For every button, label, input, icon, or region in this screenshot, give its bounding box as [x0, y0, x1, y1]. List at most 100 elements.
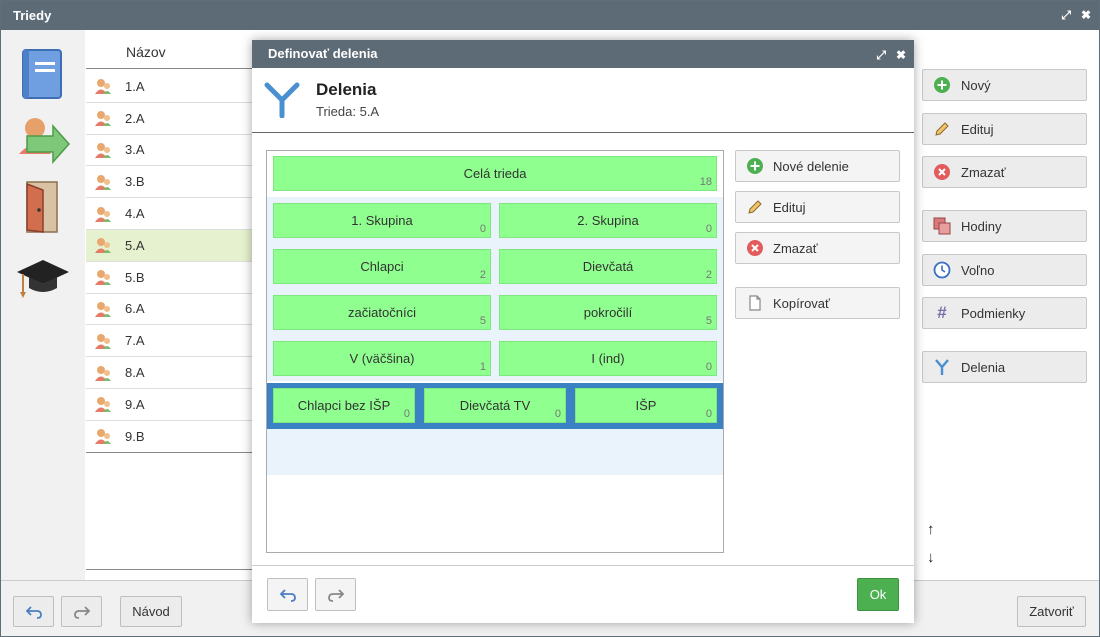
class-name: 5.A [125, 237, 145, 253]
division-cell[interactable]: 1. Skupina 0 [273, 203, 491, 238]
class-row[interactable]: 4.A [86, 198, 256, 230]
redo-button[interactable] [315, 578, 356, 611]
class-row[interactable]: 9.B [86, 421, 256, 453]
edit-division-label: Edituj [773, 199, 806, 215]
class-row[interactable]: 1.A [86, 71, 256, 103]
division-label: Chlapci [360, 259, 404, 274]
copy-division-label: Kopírovať [773, 295, 830, 311]
class-people-icon [95, 333, 111, 349]
class-people-icon [95, 79, 111, 95]
class-people-icon [95, 174, 111, 190]
class-people-icon [95, 238, 111, 254]
class-people-icon [95, 111, 111, 127]
hours-button-label: Hodiny [961, 218, 1002, 234]
close-icon[interactable]: ✖ [1081, 1, 1091, 30]
cards-icon [933, 217, 951, 235]
class-row[interactable]: 5.A [86, 229, 256, 262]
maximize-icon[interactable]: ⤢ [1061, 1, 1071, 30]
delete-division-button[interactable]: Zmazať [735, 232, 900, 264]
close-icon[interactable]: ✖ [896, 41, 906, 69]
class-row[interactable]: 9.A [86, 389, 256, 421]
divisions-grid: Celá trieda 18 1. Skupina 0 2. Skupina 0… [266, 150, 724, 553]
new-division-label: Nové delenie [773, 158, 849, 174]
plus-icon [746, 157, 764, 175]
door-icon[interactable] [15, 180, 67, 234]
division-whole-class[interactable]: Celá trieda 18 [273, 156, 717, 191]
conditions-button[interactable]: # Podmienky [922, 297, 1087, 329]
ok-button[interactable]: Ok [857, 578, 899, 611]
new-button-label: Nový [961, 77, 991, 93]
list-divider [86, 452, 256, 453]
move-down-icon[interactable]: ↓ [927, 549, 935, 566]
division-cell[interactable]: Chlapci bez IŠP 0 [273, 388, 415, 423]
dialog-footer: Ok [252, 565, 914, 623]
division-cell[interactable]: začiatočníci 5 [273, 295, 491, 330]
class-row[interactable]: 7.A [86, 325, 256, 358]
class-name: 7.A [125, 333, 145, 349]
delete-button[interactable]: Zmazať [922, 156, 1087, 188]
copy-division-button[interactable]: Kopírovať [735, 287, 900, 319]
class-row[interactable]: 5.B [86, 262, 256, 294]
free-time-button[interactable]: Voľno [922, 254, 1087, 286]
hours-button[interactable]: Hodiny [922, 210, 1087, 242]
division-cell[interactable]: Dievčatá TV 0 [424, 388, 566, 423]
maximize-icon[interactable]: ⤢ [876, 41, 886, 69]
divisions-button[interactable]: Delenia [922, 351, 1087, 383]
close-button[interactable]: Zatvoriť [1017, 596, 1086, 627]
edit-button[interactable]: Edituj [922, 113, 1087, 145]
division-count: 5 [479, 315, 486, 327]
division-count: 5 [705, 315, 712, 327]
graduation-cap-icon[interactable] [15, 256, 71, 302]
division-cell[interactable]: Dievčatá 2 [499, 249, 717, 284]
class-row[interactable]: 3.B [86, 166, 256, 199]
undo-button[interactable] [13, 596, 54, 627]
division-cell[interactable]: 2. Skupina 0 [499, 203, 717, 238]
help-button[interactable]: Návod [120, 596, 182, 627]
division-label: Celá trieda [463, 166, 527, 181]
delete-button-label: Zmazať [961, 164, 1006, 180]
class-people-icon [95, 142, 111, 158]
class-name: 9.B [125, 428, 145, 444]
class-name: 3.A [125, 142, 145, 158]
division-cell[interactable]: pokročilí 5 [499, 295, 717, 330]
class-row[interactable]: 6.A [86, 294, 256, 326]
dialog-heading: Delenia [316, 80, 377, 99]
edit-button-label: Edituj [961, 121, 994, 137]
students-transfer-icon[interactable] [15, 114, 71, 166]
divisions-dialog: Definovať delenia ⤢ ✖ Delenia Trieda: 5.… [252, 40, 914, 623]
division-cell[interactable]: Chlapci 2 [273, 249, 491, 284]
division-cell[interactable]: IŠP 0 [575, 388, 717, 423]
class-name: 4.A [125, 206, 145, 222]
class-name: 9.A [125, 396, 145, 412]
new-button[interactable]: Nový [922, 69, 1087, 101]
undo-button[interactable] [267, 578, 308, 611]
division-cell[interactable]: I (ind) 0 [499, 341, 717, 376]
division-count: 1 [479, 361, 486, 373]
dialog-title: Definovať delenia [268, 46, 378, 61]
list-header-name[interactable]: Názov [86, 31, 256, 69]
division-count: 0 [554, 408, 561, 420]
class-name: 8.A [125, 365, 145, 381]
undo-icon [279, 588, 296, 602]
redo-icon [327, 588, 344, 602]
move-up-icon[interactable]: ↑ [927, 521, 935, 538]
class-row[interactable]: 3.A [86, 135, 256, 167]
division-label: začiatočníci [348, 305, 416, 320]
division-cell[interactable]: V (väčšina) 1 [273, 341, 491, 376]
division-label: Dievčatá TV [459, 398, 531, 413]
division-label: Chlapci bez IŠP [297, 398, 391, 413]
edit-division-button[interactable]: Edituj [735, 191, 900, 223]
delete-icon [933, 163, 951, 181]
class-row[interactable]: 2.A [86, 103, 256, 135]
delete-icon [746, 239, 764, 257]
class-row[interactable]: 8.A [86, 357, 256, 389]
window-title-bar: Triedy ⤢ ✖ [1, 1, 1099, 30]
redo-button[interactable] [61, 596, 102, 627]
new-division-button[interactable]: Nové delenie [735, 150, 900, 182]
book-icon[interactable] [15, 48, 67, 100]
list-divider-bottom [86, 569, 256, 570]
division-row-empty[interactable] [267, 429, 723, 475]
division-count: 2 [705, 269, 712, 281]
redo-icon [73, 605, 90, 619]
window-title: Triedy [13, 8, 52, 23]
